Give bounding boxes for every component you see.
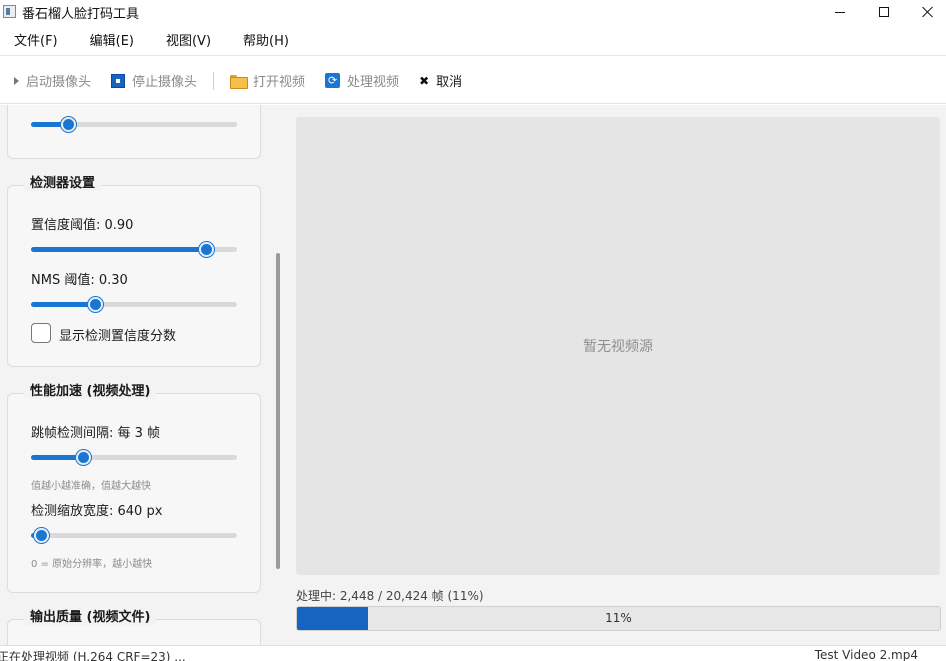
process-video-button[interactable]: ⟳ 处理视频 bbox=[319, 66, 405, 96]
status-message: 正在处理视频 (H.264 CRF=23) ... bbox=[0, 650, 186, 661]
slider-handle[interactable] bbox=[88, 297, 103, 312]
frame-skip-hint: 值越小越准确，值越大越快 bbox=[31, 481, 151, 492]
stop-camera-label: 停止摄像头 bbox=[132, 75, 198, 90]
frame-skip-slider[interactable] bbox=[31, 450, 237, 465]
slider-handle[interactable] bbox=[61, 117, 76, 132]
folder-icon bbox=[230, 74, 249, 89]
scale-width-slider[interactable] bbox=[31, 528, 237, 543]
performance-title: 性能加速 (视频处理) bbox=[24, 380, 157, 399]
settings-scrollbar[interactable] bbox=[276, 253, 280, 569]
app-icon bbox=[3, 5, 16, 18]
slider-fill bbox=[31, 247, 206, 252]
start-camera-button[interactable]: 启动摄像头 bbox=[8, 66, 97, 96]
open-video-button[interactable]: 打开视频 bbox=[224, 66, 311, 96]
stop-icon bbox=[111, 73, 126, 88]
slider-handle[interactable] bbox=[76, 450, 91, 465]
menu-help[interactable]: 帮助(H) bbox=[235, 28, 297, 56]
scale-width-hint: 0 = 原始分辨率，越小越快 bbox=[31, 559, 153, 570]
close-icon bbox=[922, 6, 934, 18]
cancel-button[interactable]: ✖ 取消 bbox=[413, 66, 468, 96]
menu-view[interactable]: 视图(V) bbox=[158, 28, 219, 56]
slider-handle[interactable] bbox=[34, 528, 49, 543]
settings-group-partial bbox=[7, 105, 261, 159]
toolbar-separator bbox=[213, 71, 215, 90]
menu-bar: 文件(F) 编辑(E) 视图(V) 帮助(H) bbox=[0, 28, 946, 56]
progress-status: 处理中: 2,448 / 20,424 帧 (11%) bbox=[296, 589, 484, 603]
show-scores-label: 显示检测置信度分数 bbox=[59, 329, 177, 344]
show-scores-checkbox[interactable] bbox=[31, 323, 51, 343]
process-video-label: 处理视频 bbox=[347, 75, 400, 90]
progress-label: 11% bbox=[605, 611, 632, 625]
slider-track bbox=[31, 533, 237, 538]
minimize-icon bbox=[835, 11, 845, 13]
slider-fill bbox=[31, 302, 95, 307]
confidence-threshold-slider[interactable] bbox=[31, 242, 237, 257]
cancel-label: 取消 bbox=[436, 75, 463, 90]
video-placeholder: 暂无视频源 bbox=[583, 339, 653, 355]
slider-handle[interactable] bbox=[199, 242, 214, 257]
detector-settings-title: 检测器设置 bbox=[24, 172, 102, 191]
close-button[interactable] bbox=[905, 0, 946, 24]
nms-threshold-slider[interactable] bbox=[31, 297, 237, 312]
top-slider[interactable] bbox=[31, 117, 237, 132]
title-bar: 番石榴人脸打码工具 bbox=[0, 0, 946, 24]
stop-camera-button[interactable]: 停止摄像头 bbox=[105, 66, 203, 96]
process-icon: ⟳ bbox=[325, 73, 341, 88]
progress-bar: 11% bbox=[296, 606, 941, 631]
toolbar: 启动摄像头 停止摄像头 打开视频 ⟳ 处理视频 ✖ 取消 bbox=[0, 58, 946, 104]
settings-panel[interactable]: 检测器设置 置信度阈值: 0.90 NMS 阈值: 0.30 显示检测置信度分数… bbox=[0, 105, 284, 645]
open-video-label: 打开视频 bbox=[253, 75, 306, 90]
scale-width-label: 检测缩放宽度: 640 px bbox=[31, 504, 163, 519]
window-title: 番石榴人脸打码工具 bbox=[22, 7, 140, 22]
start-camera-label: 启动摄像头 bbox=[26, 75, 92, 90]
preview-panel: 暂无视频源 处理中: 2,448 / 20,424 帧 (11%) 11% bbox=[284, 105, 946, 645]
minimize-button[interactable] bbox=[817, 0, 863, 24]
confidence-threshold-label: 置信度阈值: 0.90 bbox=[31, 218, 134, 233]
status-bar: 正在处理视频 (H.264 CRF=23) ... Test Video 2.m… bbox=[0, 645, 946, 661]
video-preview: 暂无视频源 bbox=[296, 117, 940, 575]
menu-edit[interactable]: 编辑(E) bbox=[82, 28, 142, 56]
nms-threshold-label: NMS 阈值: 0.30 bbox=[31, 273, 128, 288]
output-quality-title: 输出质量 (视频文件) bbox=[24, 606, 157, 625]
status-filename: Test Video 2.mp4 bbox=[814, 648, 918, 661]
maximize-icon bbox=[879, 7, 889, 17]
cancel-icon: ✖ bbox=[419, 73, 430, 88]
play-icon bbox=[14, 76, 19, 85]
maximize-button[interactable] bbox=[861, 0, 907, 24]
frame-skip-label: 跳帧检测间隔: 每 3 帧 bbox=[31, 426, 161, 441]
menu-file[interactable]: 文件(F) bbox=[6, 28, 66, 56]
